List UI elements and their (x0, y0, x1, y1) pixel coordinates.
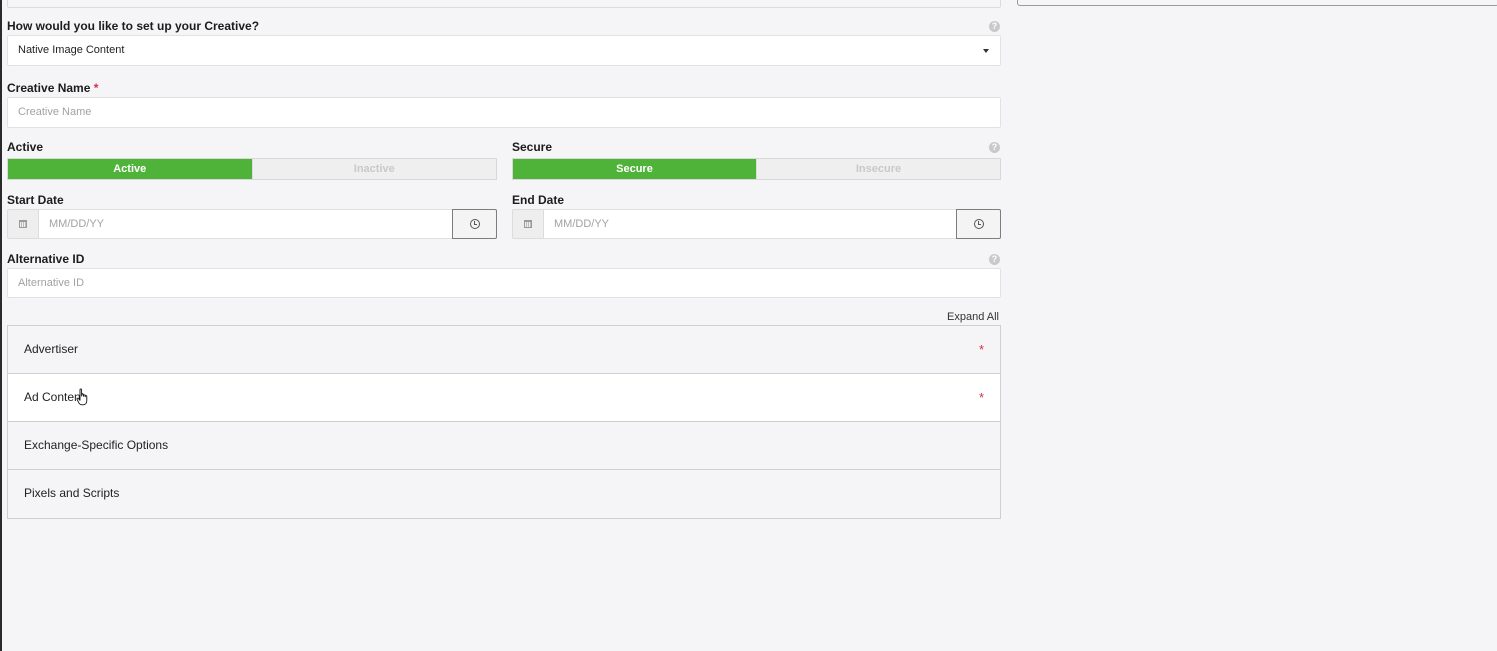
window-edge (0, 0, 2, 651)
end-date-placeholder: MM/DD/YY (554, 218, 609, 230)
alternative-id-placeholder: Alternative ID (18, 277, 85, 289)
section-advertiser[interactable]: Advertiser * (8, 326, 1000, 374)
required-mark: * (978, 390, 984, 405)
hand-cursor-icon (76, 388, 88, 406)
help-icon[interactable]: ? (989, 254, 1000, 265)
end-date-label: End Date (512, 193, 565, 207)
calendar-icon (524, 220, 532, 228)
previous-field-stub (7, 0, 1001, 8)
secure-toggle[interactable]: Secure Insecure (512, 158, 1001, 180)
help-icon[interactable]: ? (989, 21, 1000, 32)
alternative-id-label: Alternative ID (7, 252, 85, 266)
expand-all-link[interactable]: Expand All (947, 311, 999, 323)
clock-icon (973, 219, 984, 229)
end-time-button[interactable] (956, 209, 1001, 239)
setup-question-label: How would you like to set up your Creati… (7, 19, 260, 33)
section-title: Pixels and Scripts (24, 486, 120, 500)
end-date-input[interactable]: MM/DD/YY (544, 209, 956, 239)
calendar-icon (19, 220, 27, 228)
required-mark: * (978, 342, 984, 357)
secure-label: Secure (512, 140, 553, 154)
inactive-option[interactable]: Inactive (251, 159, 496, 179)
section-title: Exchange-Specific Options (24, 438, 169, 452)
active-toggle[interactable]: Active Inactive (7, 158, 497, 180)
sections-accordion: Advertiser * Ad Content * Exchange-Speci… (7, 325, 1001, 519)
creative-name-label: Creative Name * (7, 81, 98, 95)
creative-name-label-text: Creative Name (7, 81, 91, 95)
end-date-calendar-button[interactable] (512, 209, 544, 239)
start-date-placeholder: MM/DD/YY (49, 218, 104, 230)
start-date-label: Start Date (7, 193, 64, 207)
secure-option[interactable]: Secure (513, 159, 756, 179)
setup-type-select[interactable]: Native Image Content (7, 35, 1001, 66)
creative-name-input[interactable]: Creative Name (7, 97, 1001, 128)
section-exchange-specific-options[interactable]: Exchange-Specific Options (8, 422, 1000, 470)
end-date-group: MM/DD/YY (512, 209, 1001, 239)
required-mark: * (93, 81, 99, 95)
active-option[interactable]: Active (8, 159, 252, 179)
start-time-button[interactable] (452, 209, 497, 239)
start-date-calendar-button[interactable] (7, 209, 39, 239)
active-label: Active (7, 140, 44, 154)
start-date-input[interactable]: MM/DD/YY (39, 209, 452, 239)
section-pixels-and-scripts[interactable]: Pixels and Scripts (8, 470, 1000, 518)
chevron-down-icon (983, 49, 989, 53)
alternative-id-input[interactable]: Alternative ID (7, 268, 1001, 298)
help-icon[interactable]: ? (989, 142, 1000, 153)
section-ad-content[interactable]: Ad Content * (8, 374, 1000, 422)
section-title: Advertiser (24, 342, 79, 356)
insecure-option[interactable]: Insecure (756, 159, 1000, 179)
creative-name-placeholder: Creative Name (18, 106, 92, 118)
right-panel-stub (1017, 0, 1497, 6)
setup-type-value: Native Image Content (18, 44, 125, 56)
clock-icon (469, 219, 480, 229)
start-date-group: MM/DD/YY (7, 209, 497, 239)
